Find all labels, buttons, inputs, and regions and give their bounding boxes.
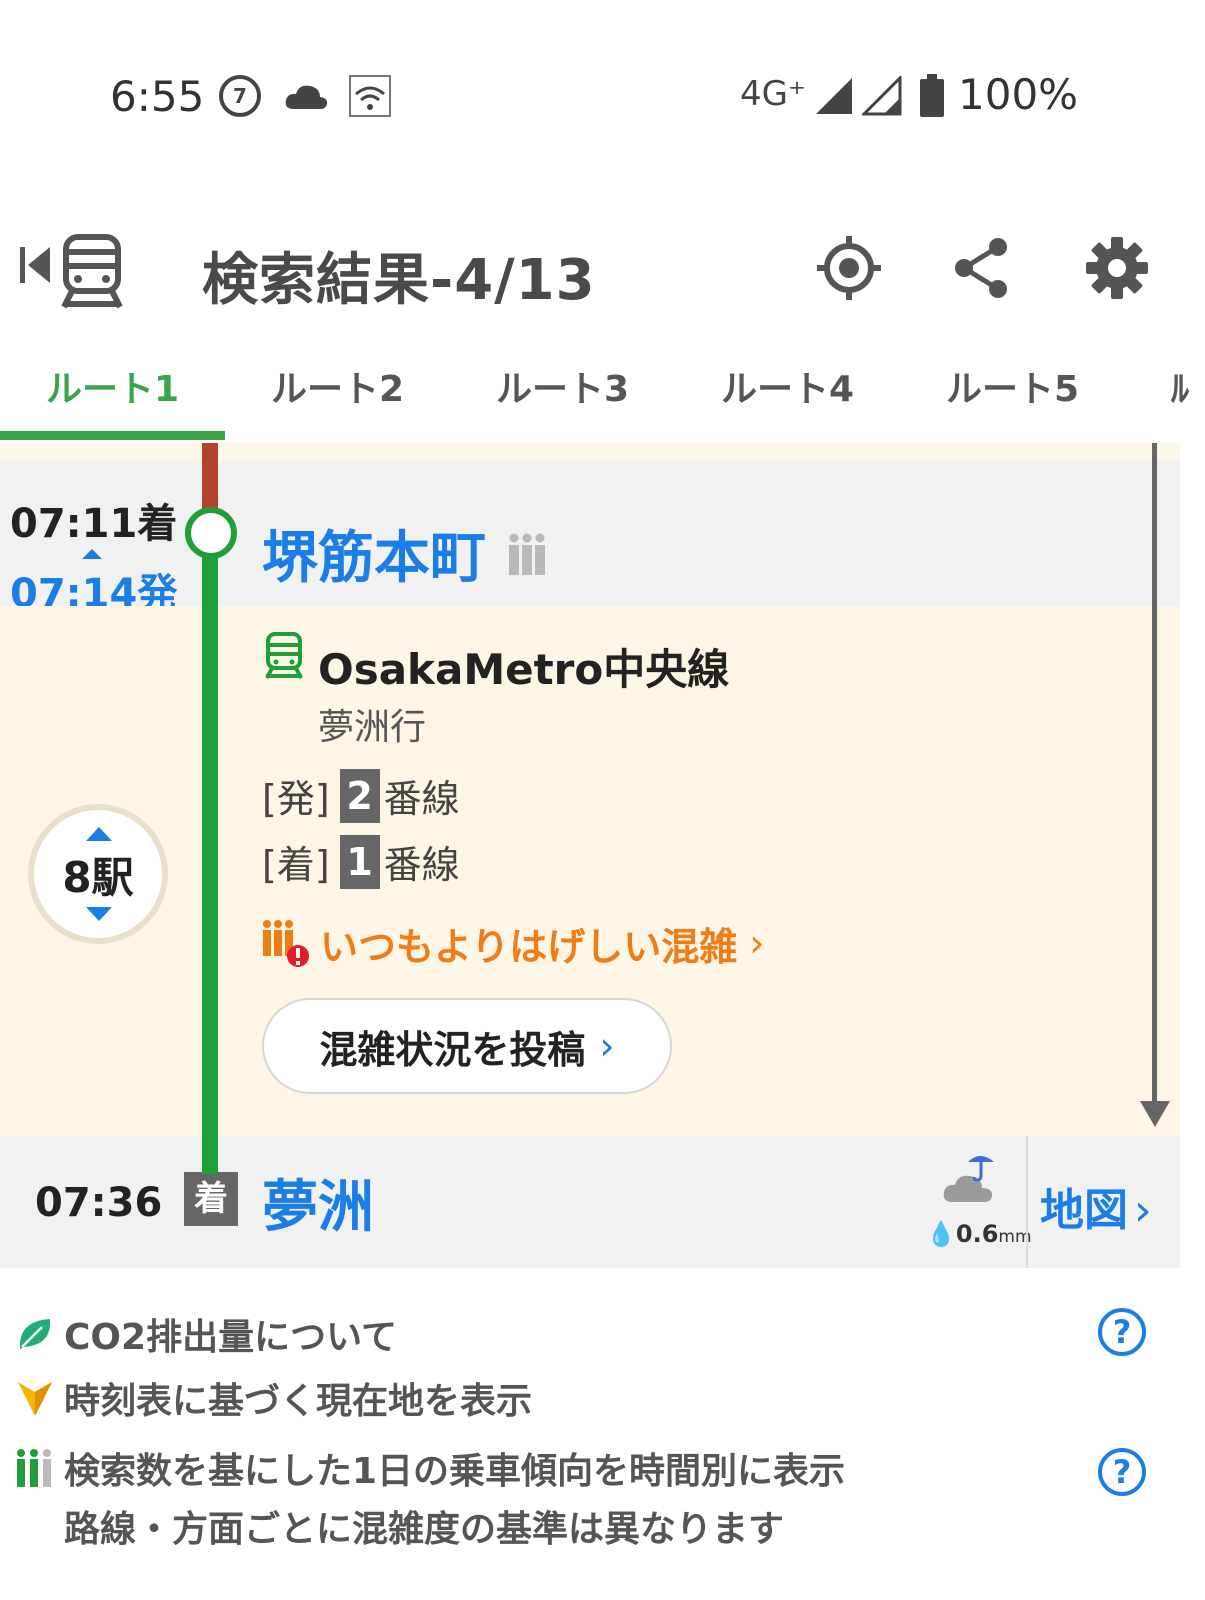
tab-route-5[interactable]: ルート5 [900,345,1125,439]
congestion-info-row[interactable]: 検索数を基にした1日の乗車傾向を時間別に表示 [14,1442,845,1494]
ride-segment: OsakaMetro中央線 夢洲行 [発] 2 番線 [着] 1 番線 いつもよ… [0,606,1205,1136]
tab-route-2[interactable]: ルート2 [225,345,450,439]
arrow-down-icon [1140,1101,1170,1127]
congestion-info-text: 検索数を基にした1日の乗車傾向を時間別に表示 [64,1451,846,1492]
tab-route-4[interactable]: ルート4 [675,345,900,439]
app-bar: 検索結果-4/13 [0,215,1205,325]
departure-platform-suffix: 番線 [383,777,460,821]
congestion-link[interactable]: いつもよりはげしい混雑 › [262,918,765,969]
rain-umbrella-icon [943,1156,994,1202]
chevron-right-icon: › [599,1024,615,1068]
arrival-platform-label: [着] [262,843,330,887]
back-train-icon[interactable] [14,227,126,311]
triangle-up-icon [82,549,102,559]
departure-station-marker [185,507,237,559]
departure-station-row[interactable]: 07:11着 07:14発 堺筋本町 [0,461,1205,619]
signal-icon-2 [862,74,902,118]
chevron-right-icon: › [749,921,765,965]
tab-indicator [0,431,225,440]
divider [1026,1136,1028,1268]
expand-up-icon [86,827,112,841]
arrival-time-at-transfer: 07:11着 [10,501,178,547]
location-info-text: 時刻表に基づく現在地を表示 [64,1381,533,1422]
route-tabs: ルート1 ルート2 ルート3 ルート4 ルート5 ﾙ [0,345,1205,443]
page-title: 検索結果-4/13 [202,248,596,313]
departure-station-name[interactable]: 堺筋本町 [262,513,486,594]
location-info-row[interactable]: 時刻表に基づく現在地を表示 [14,1372,532,1424]
share-icon[interactable] [950,235,1012,301]
arrival-platform-suffix: 番線 [383,843,460,887]
route-detail: 07:11着 07:14発 堺筋本町 OsakaMetro中央線 夢洲行 [発]… [0,443,1205,1268]
svg-text:7: 7 [233,84,247,108]
arrival-platform-number: 1 [339,834,380,889]
station-count: 8駅 [62,852,134,902]
arrival-badge: 着 [184,1172,238,1226]
co2-help-icon[interactable]: ? [1098,1308,1146,1356]
congestion-alert-icon [263,920,309,967]
arrival-station-row[interactable]: 07:36 着 夢洲 💧0.6mm 地図 › [0,1136,1205,1268]
status-bar: 6:55 7 4G⁺ 100% [0,0,1205,190]
arrival-station-name[interactable]: 夢洲 [262,1162,374,1243]
locate-icon[interactable] [816,235,882,301]
departure-platform: [発] 2 番線 [262,768,460,823]
co2-info-row[interactable]: CO2排出量について [14,1308,397,1360]
departure-platform-label: [発] [262,777,330,821]
tab-route-1[interactable]: ルート1 [0,345,225,439]
chevron-right-icon: › [1134,1185,1152,1236]
signal-icon [814,74,854,118]
congestion-people-icon [14,1448,56,1488]
tab-route-3[interactable]: ルート3 [450,345,675,439]
congestion-note: 路線・方面ごとに混雑度の基準は異なります [64,1509,785,1550]
right-gutter [1180,443,1205,1268]
battery-percent: 100% [958,70,1079,119]
network-type: 4G⁺ [740,74,806,114]
train-icon [265,632,303,679]
post-congestion-label: 混雑状況を投稿 [319,1027,586,1072]
rain-amount: 💧0.6mm [926,1220,1032,1248]
congestion-person-icon[interactable] [508,533,546,575]
post-congestion-button[interactable]: 混雑状況を投稿 › [262,998,672,1094]
raindrop-icon: 💧 [926,1220,956,1248]
cloud-icon [284,74,328,118]
au-wifi-icon [348,74,392,118]
previous-line-segment [202,443,218,513]
scroll-progress-line [1152,443,1157,1103]
arrival-platform: [着] 1 番線 [262,834,460,889]
congestion-text: いつもよりはげしい混雑 [320,924,738,969]
station-count-badge[interactable]: 8駅 [28,804,168,944]
train-line-name[interactable]: OsakaMetro中央線 [318,636,729,697]
rain-forecast[interactable]: 💧0.6mm [926,1150,1032,1260]
tab-route-next-partial[interactable]: ﾙ [1125,345,1205,439]
settings-icon[interactable] [1084,235,1150,301]
status-time: 6:55 [110,72,205,121]
leaf-icon [14,1315,56,1353]
route-top-strip [0,443,1180,461]
location-arrow-icon [14,1378,56,1418]
line-segment [202,529,218,1174]
arrival-time: 07:36 [35,1180,163,1226]
seven-eleven-icon: 7 [218,74,262,118]
congestion-help-icon[interactable]: ? [1098,1448,1146,1496]
co2-info-text: CO2排出量について [64,1317,397,1358]
map-link[interactable]: 地図 › [1040,1174,1152,1238]
departure-platform-number: 2 [339,768,380,823]
expand-down-icon [86,907,112,921]
battery-icon [918,74,946,118]
train-destination: 夢洲行 [318,707,427,748]
